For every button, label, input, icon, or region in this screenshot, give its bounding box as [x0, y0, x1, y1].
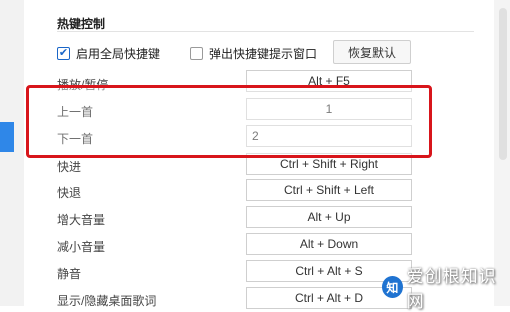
watermark: 知 爱创根知识网 — [382, 267, 508, 311]
hotkey-label-volume-up: 增大音量 — [57, 213, 106, 227]
enable-global-hotkeys-checkbox[interactable]: ✔ — [57, 46, 70, 60]
watermark-text: 爱创根知识网 — [406, 267, 497, 311]
left-sidebar-strip — [0, 0, 24, 306]
hotkey-label-toggle-lyrics: 显示/隐藏桌面歌词 — [57, 294, 157, 308]
hotkey-field-rewind[interactable]: Ctrl + Shift + Left — [246, 179, 412, 201]
popup-hint-option[interactable]: 弹出快捷键提示窗口 — [190, 42, 317, 64]
enable-global-hotkeys-label: 启用全局快捷键 — [76, 46, 161, 61]
hotkey-label-mute: 静音 — [57, 267, 82, 281]
hotkey-label-fast-forward: 快进 — [57, 160, 82, 174]
hotkey-label-rewind: 快退 — [57, 186, 82, 200]
scrollbar-thumb[interactable] — [499, 8, 507, 160]
section-title: 热键控制 — [57, 17, 106, 31]
enable-global-hotkeys-option[interactable]: ✔ 启用全局快捷键 — [57, 42, 160, 64]
popup-hint-label: 弹出快捷键提示窗口 — [209, 46, 318, 61]
hotkey-label-volume-down: 减小音量 — [57, 240, 106, 254]
reset-default-button[interactable]: 恢复默认 — [333, 40, 411, 64]
annotation-highlight-box — [26, 85, 432, 158]
hotkey-field-volume-up[interactable]: Alt + Up — [246, 206, 412, 228]
watermark-logo-icon: 知 — [382, 276, 403, 298]
popup-hint-checkbox[interactable] — [190, 46, 203, 60]
section-divider — [57, 31, 474, 32]
hotkey-field-volume-down[interactable]: Alt + Down — [246, 233, 412, 255]
sidebar-selected-indicator — [0, 122, 14, 152]
scrollbar-track[interactable] — [494, 0, 510, 306]
